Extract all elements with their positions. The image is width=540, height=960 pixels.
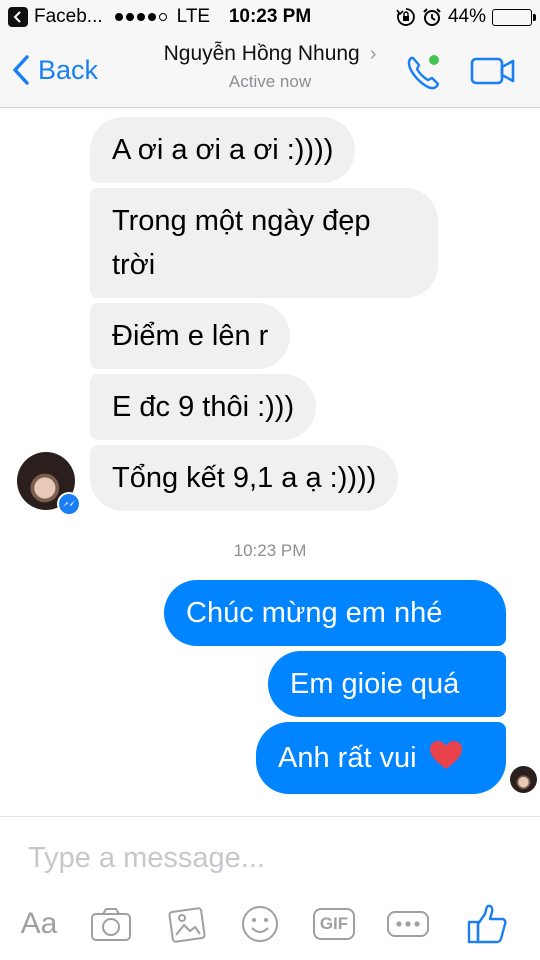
more-icon[interactable]	[386, 900, 430, 948]
outgoing-message[interactable]: Em gioie quá	[268, 651, 506, 717]
incoming-message[interactable]: Trong một ngày đẹp trời	[90, 188, 438, 298]
text-style-button[interactable]: Aa	[14, 900, 64, 948]
composer-divider	[0, 816, 540, 817]
incoming-message[interactable]: E đc 9 thôi :)))	[90, 374, 317, 440]
message-text: Em gioie quá	[290, 668, 460, 700]
gif-label: GIF	[312, 908, 356, 940]
message-text: Chúc mừng em nhé	[186, 597, 443, 629]
status-right: 44%	[396, 6, 536, 28]
composer-toolbar: Aa GIF	[0, 896, 540, 952]
emoji-icon[interactable]	[240, 900, 280, 948]
message-timestamp: 10:23 PM	[233, 541, 307, 560]
heart-icon	[429, 741, 462, 769]
phone-call-icon[interactable]	[404, 52, 444, 92]
message-input[interactable]	[28, 838, 508, 878]
message-text: Anh rất vui	[278, 742, 417, 774]
message-text: Tổng kết 9,1 a ạ :))))	[112, 462, 377, 494]
gif-button[interactable]: GIF	[312, 900, 356, 948]
outgoing-message[interactable]: Anh rất vui	[256, 722, 506, 794]
image-icon[interactable]	[168, 900, 206, 948]
back-button[interactable]: Back	[12, 54, 98, 86]
message-text: Trong một ngày đẹp	[112, 205, 371, 237]
video-call-icon[interactable]	[470, 56, 516, 86]
battery-percent: 44%	[447, 6, 486, 27]
contact-status: Active now	[228, 72, 312, 91]
status-bar: Faceb... LTE 10:23 PM 44%	[0, 0, 540, 34]
outgoing-message[interactable]: Chúc mừng em nhé	[164, 580, 506, 646]
camera-icon[interactable]	[90, 900, 132, 948]
back-label: Back	[38, 54, 99, 85]
chevron-right-icon: ›	[369, 43, 377, 65]
message-text: Điểm e lên r	[112, 320, 269, 352]
like-icon[interactable]	[466, 900, 508, 948]
read-receipt-avatar	[510, 766, 537, 793]
contact-name: Nguyễn Hồng Nhung	[163, 42, 360, 65]
chevron-left-icon	[13, 55, 29, 85]
alarm-icon	[423, 8, 441, 26]
incoming-message[interactable]: Tổng kết 9,1 a ạ :))))	[90, 445, 399, 511]
rotation-lock-icon	[396, 8, 415, 26]
contact-title[interactable]: Nguyễn Hồng Nhung › Active now	[140, 42, 400, 92]
battery-icon	[492, 8, 536, 26]
incoming-message[interactable]: Điểm e lên r	[90, 303, 291, 369]
message-text: E đc 9 thôi :)))	[112, 391, 295, 423]
incoming-message[interactable]: A ơi a ơi a ơi :))))	[90, 117, 356, 183]
messenger-badge-icon	[57, 492, 81, 516]
message-text: A ơi a ơi a ơi :))))	[112, 134, 334, 166]
message-text: trời	[112, 249, 156, 281]
conversation-header: Back Nguyễn Hồng Nhung › Active now	[0, 34, 540, 108]
